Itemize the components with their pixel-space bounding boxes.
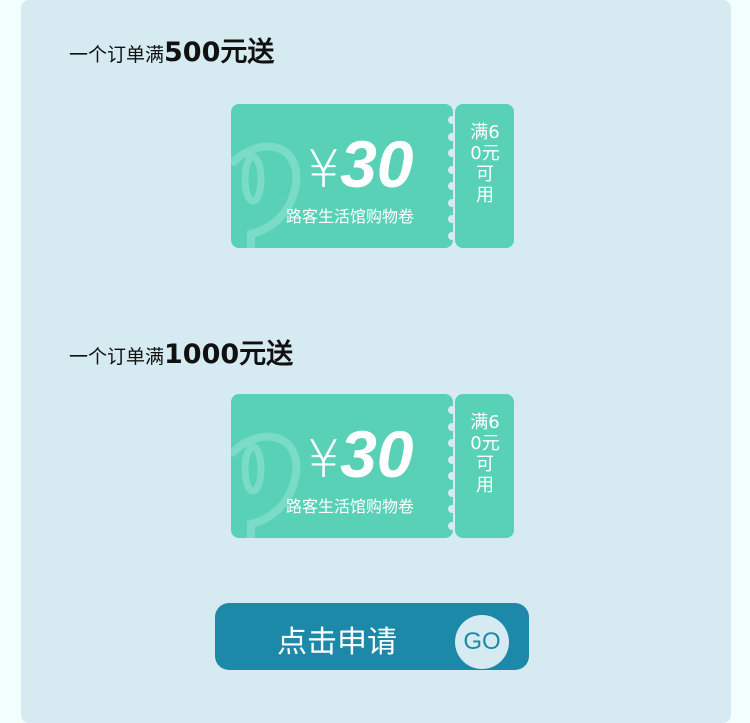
offer-title: 一个订单满1000元送 bbox=[69, 332, 293, 371]
currency-symbol: ¥ bbox=[307, 140, 341, 200]
go-icon: GO bbox=[455, 615, 509, 669]
offer-threshold: 1000元送 bbox=[164, 339, 294, 370]
coupon-name: 路客生活馆购物卷 bbox=[286, 207, 415, 226]
coupon-stub: 满60元可用 bbox=[455, 104, 514, 248]
coupon[interactable]: ¥30 路客生活馆购物卷 满60元可用 bbox=[231, 104, 514, 248]
offer-threshold: 500元送 bbox=[164, 37, 275, 68]
coupon-condition: 满60元可用 bbox=[470, 122, 500, 206]
coupon-name: 路客生活馆购物卷 bbox=[286, 497, 415, 516]
coupon-amount: ¥30 bbox=[307, 416, 414, 492]
offer-prefix: 一个订单满 bbox=[69, 44, 165, 66]
coupon-stub: 满60元可用 bbox=[455, 394, 514, 538]
offer-prefix: 一个订单满 bbox=[69, 346, 165, 368]
offer-title: 一个订单满500元送 bbox=[69, 30, 274, 69]
apply-button[interactable]: 点击申请 GO bbox=[215, 603, 529, 670]
currency-symbol: ¥ bbox=[307, 430, 341, 490]
mascot-outline-icon bbox=[231, 142, 301, 248]
amount-value: 30 bbox=[340, 127, 414, 201]
coupon-main: ¥30 路客生活馆购物卷 bbox=[231, 394, 453, 538]
coupon-main: ¥30 路客生活馆购物卷 bbox=[231, 104, 453, 248]
amount-value: 30 bbox=[340, 417, 414, 491]
coupon-condition: 满60元可用 bbox=[470, 412, 500, 496]
apply-button-label: 点击申请 bbox=[277, 625, 397, 660]
coupon[interactable]: ¥30 路客生活馆购物卷 满60元可用 bbox=[231, 394, 514, 538]
mascot-outline-icon bbox=[231, 432, 301, 538]
coupon-amount: ¥30 bbox=[307, 126, 414, 202]
